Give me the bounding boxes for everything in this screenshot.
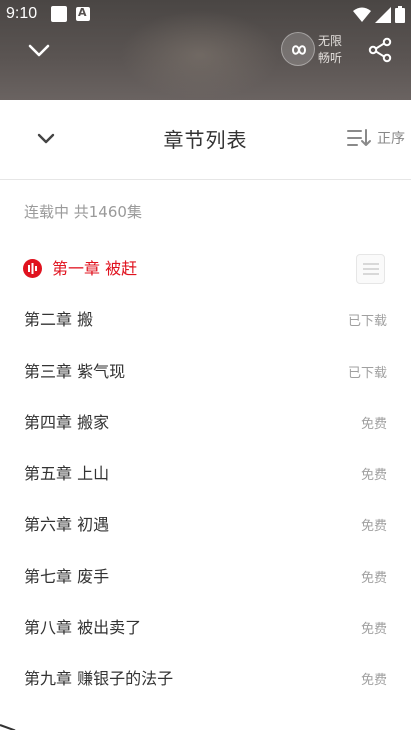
chapter-item[interactable]: 第八章 被出卖了 免费	[0, 601, 411, 652]
chapter-status: 免费	[360, 416, 387, 432]
chapter-title: 第四章 搬家	[24, 412, 110, 432]
status-icons	[353, 6, 405, 23]
unlimited-listen-label: 无限畅听	[318, 34, 343, 65]
chapter-item[interactable]: 第三章 紫气现 已下载	[0, 345, 411, 396]
chapter-status: 免费	[360, 622, 387, 638]
sort-order-label: 正序	[377, 131, 405, 147]
player-header: 9:10 无限畅听	[0, 0, 411, 100]
chapter-title: 第九章 赚银子的法子	[24, 669, 174, 689]
sheet-header: 章节列表 正序	[0, 100, 411, 180]
chapter-item[interactable]: 第二章 搬 已下载	[0, 293, 411, 344]
chapter-item[interactable]: 第九章 赚银子的法子 免费	[0, 652, 411, 703]
unlimited-listen-button[interactable]: 无限畅听	[281, 32, 351, 68]
infinity-icon	[281, 32, 315, 66]
app-notification-icon	[76, 6, 90, 21]
playing-icon	[23, 259, 42, 278]
chapter-title: 第八章 被出卖了	[24, 618, 142, 638]
chapter-list: 第一章 被赶 第二章 搬 已下载 第三章 紫气现 已下载 第四章 搬家 免费 第…	[0, 242, 411, 704]
share-icon[interactable]	[366, 36, 394, 64]
doc-icon-line	[363, 268, 379, 270]
doc-icon-line	[363, 263, 379, 265]
wifi-icon	[353, 7, 371, 22]
status-bar: 9:10	[0, 0, 411, 30]
collapse-player-button[interactable]	[24, 36, 54, 66]
chapter-status: 免费	[360, 570, 387, 586]
notification-icon	[51, 6, 67, 22]
doc-icon-line	[363, 273, 379, 275]
sort-order-button[interactable]: 正序	[347, 128, 405, 148]
status-time: 9:10	[6, 5, 38, 22]
chapter-item[interactable]: 第四章 搬家 免费	[0, 396, 411, 447]
chapter-status: 免费	[360, 468, 387, 484]
chapter-item[interactable]: 第六章 初遇 免费	[0, 498, 411, 549]
chapter-item[interactable]: 第五章 上山 免费	[0, 447, 411, 498]
chapter-title: 第三章 紫气现	[24, 361, 126, 381]
chapter-status: 免费	[360, 519, 387, 535]
chapter-title: 第一章 被赶	[52, 259, 138, 278]
battery-icon	[395, 6, 405, 23]
chapter-text-button[interactable]	[356, 254, 385, 284]
chapter-title: 第六章 初遇	[24, 515, 110, 535]
chapter-title: 第五章 上山	[24, 464, 110, 484]
chapter-list-sheet: 章节列表 正序 连载中 共1460集 第一章 被赶 第二章 搬 已下载 第三章 …	[0, 100, 411, 730]
chapter-item[interactable]: 第七章 废手 免费	[0, 550, 411, 601]
chapter-title: 第七章 废手	[24, 566, 110, 586]
chapter-item[interactable]: 第一章 被赶	[0, 242, 411, 293]
chapter-status: 免费	[360, 673, 387, 689]
series-summary: 连载中 共1460集	[24, 203, 142, 221]
sort-icon	[347, 129, 371, 146]
chapter-status: 已下载	[347, 314, 387, 330]
signal-icon	[375, 6, 391, 23]
chapter-status: 已下载	[347, 365, 387, 381]
chapter-title: 第二章 搬	[24, 310, 94, 330]
